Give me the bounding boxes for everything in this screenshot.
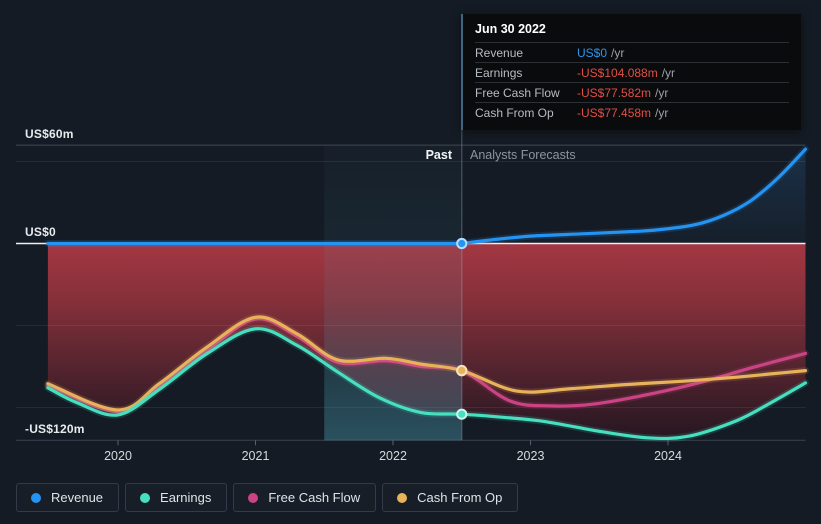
revenue-dot-icon <box>31 492 41 503</box>
earnings-marker <box>456 408 468 420</box>
cash-from-op-marker <box>456 364 468 377</box>
tooltip-unit: /yr <box>655 86 669 100</box>
legend-item-earnings[interactable]: Earnings <box>125 483 228 512</box>
y-axis-label-neg120m: -US$120m <box>25 422 85 436</box>
tooltip-value: -US$104.088m <box>577 66 658 80</box>
highlight-band <box>324 146 462 441</box>
tooltip-unit: /yr <box>655 106 669 120</box>
legend-label: Earnings <box>160 490 212 505</box>
free-cash-flow-dot-icon <box>248 492 259 503</box>
tooltip-unit: /yr <box>661 66 676 80</box>
chart-legend: Revenue Earnings Free Cash Flow Cash Fro… <box>16 483 519 512</box>
tooltip-row-cash-from-op: Cash From Op -US$77.458m /yr <box>475 102 789 122</box>
tooltip-row-free-cash-flow: Free Cash Flow -US$77.582m /yr <box>475 82 789 102</box>
earnings-dot-icon <box>140 492 151 503</box>
past-section-label: Past <box>425 148 452 162</box>
tooltip-label: Earnings <box>475 66 523 80</box>
tooltip-date: Jun 30 2022 <box>475 22 546 36</box>
legend-item-revenue[interactable]: Revenue <box>16 483 120 512</box>
legend-item-cash-from-op[interactable]: Cash From Op <box>382 483 519 512</box>
x-axis-label-2020: 2020 <box>104 449 132 463</box>
cash-from-op-dot-icon <box>397 492 408 503</box>
tooltip-value: US$0 <box>577 46 608 60</box>
tooltip-unit: /yr <box>611 46 625 60</box>
legend-label: Free Cash Flow <box>268 490 361 505</box>
hover-tooltip: Jun 30 2022 Revenue US$0 /yr Earnings -U… <box>461 14 801 130</box>
legend-label: Cash From Op <box>417 490 503 505</box>
legend-label: Revenue <box>51 490 104 505</box>
earnings-revenue-growth-chart: { "tooltip": { "date": "Jun 30 2022", "r… <box>0 0 821 524</box>
tooltip-value: -US$77.458m <box>577 106 652 120</box>
x-axis-label-2022: 2022 <box>379 449 407 463</box>
y-axis-label-0: US$0 <box>25 225 56 239</box>
forecast-section-label: Analysts Forecasts <box>470 148 576 162</box>
tooltip-value: -US$77.582m <box>577 86 652 100</box>
x-axis-label-2024: 2024 <box>654 449 682 463</box>
tooltip-row-revenue: Revenue US$0 /yr <box>475 42 789 62</box>
tooltip-label: Revenue <box>475 46 524 60</box>
revenue-marker <box>456 237 468 250</box>
tooltip-row-earnings: Earnings -US$104.088m /yr <box>475 62 789 82</box>
x-axis-label-2021: 2021 <box>241 449 270 463</box>
tooltip-label: Free Cash Flow <box>475 86 560 100</box>
tooltip-label: Cash From Op <box>475 106 554 120</box>
legend-item-free-cash-flow[interactable]: Free Cash Flow <box>233 483 377 512</box>
y-axis-label-60m: US$60m <box>25 127 74 141</box>
x-axis-label-2023: 2023 <box>516 449 545 463</box>
